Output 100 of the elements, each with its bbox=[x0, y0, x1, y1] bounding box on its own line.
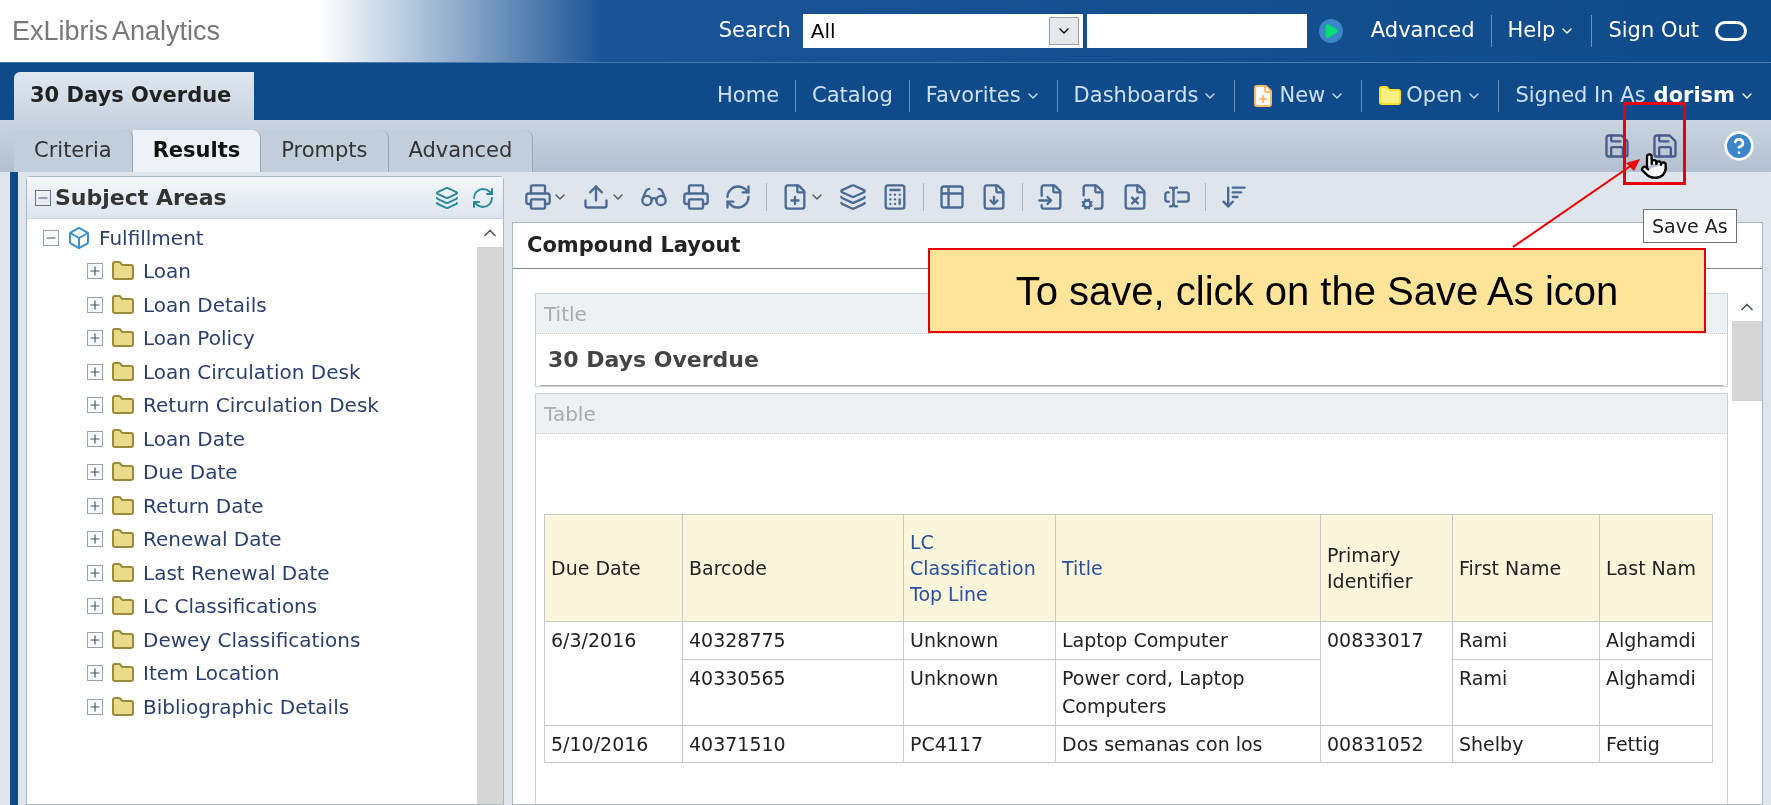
expand-icon[interactable] bbox=[87, 330, 103, 347]
refresh-icon[interactable] bbox=[471, 185, 495, 210]
scroll-thumb[interactable] bbox=[477, 247, 503, 804]
view-label: Title bbox=[544, 300, 587, 328]
table-cell: Fettig bbox=[1599, 725, 1713, 763]
collapse-icon[interactable] bbox=[35, 189, 51, 206]
table-cell: 40371510 bbox=[682, 725, 904, 763]
tree-item[interactable]: Renewal Date bbox=[143, 524, 282, 555]
upload-icon[interactable] bbox=[582, 183, 610, 211]
save-as-icon[interactable] bbox=[1651, 132, 1679, 160]
expand-icon[interactable] bbox=[87, 564, 103, 581]
collapse-icon[interactable] bbox=[43, 229, 59, 246]
tab[interactable]: Results bbox=[132, 130, 262, 172]
tree-item[interactable]: Loan Circulation Desk bbox=[143, 356, 361, 387]
nav-link[interactable]: Dashboards bbox=[1073, 80, 1219, 112]
tree-item[interactable]: Return Circulation Desk bbox=[143, 390, 379, 421]
expand-icon[interactable] bbox=[87, 397, 103, 414]
search-scope-select[interactable]: All bbox=[802, 14, 1083, 48]
search-field[interactable] bbox=[1086, 14, 1307, 48]
table-cell: Rami bbox=[1452, 659, 1600, 725]
table-cell: Alghamdi bbox=[1599, 659, 1713, 725]
tree-item[interactable]: Item Location bbox=[143, 658, 280, 689]
header-link[interactable]: Advanced bbox=[1370, 15, 1475, 47]
panel-title: Subject Areas bbox=[55, 184, 227, 212]
column-header: Due Date bbox=[544, 514, 683, 622]
refresh-icon[interactable] bbox=[724, 183, 752, 211]
go-icon[interactable] bbox=[1318, 19, 1343, 43]
expand-icon[interactable] bbox=[87, 631, 103, 648]
nav-link[interactable]: Favorites bbox=[925, 80, 1041, 112]
table-cell: Unknown bbox=[903, 659, 1056, 725]
column-header: First Name bbox=[1452, 514, 1600, 622]
layout-title: Compound Layout bbox=[527, 231, 741, 259]
tree-item[interactable]: Loan Policy bbox=[143, 323, 255, 354]
expand-icon[interactable] bbox=[87, 430, 103, 447]
folder-icon bbox=[111, 627, 135, 652]
tab[interactable]: Advanced bbox=[388, 130, 534, 172]
table-cell: 5/10/2016 bbox=[544, 725, 683, 763]
table-icon[interactable] bbox=[938, 183, 966, 211]
signed-in-label: Signed In As bbox=[1515, 82, 1646, 110]
page-icon[interactable] bbox=[1079, 183, 1107, 211]
tab[interactable]: Prompts bbox=[261, 130, 389, 172]
expand-icon[interactable] bbox=[87, 263, 103, 280]
header-link[interactable]: Help bbox=[1507, 15, 1576, 47]
hand-cursor-icon bbox=[1640, 150, 1668, 182]
table-cell: 00831052 bbox=[1320, 725, 1453, 763]
column-header: Last Nam bbox=[1599, 514, 1713, 622]
report-title: 30 Days Overdue bbox=[548, 346, 759, 374]
logo-brand: ExLibris bbox=[12, 14, 109, 48]
expand-icon[interactable] bbox=[87, 296, 103, 313]
printer-icon[interactable] bbox=[682, 183, 710, 211]
logo-product: Analytics bbox=[112, 14, 221, 48]
printer-icon[interactable] bbox=[524, 183, 552, 211]
tree-item[interactable]: Due Date bbox=[143, 457, 238, 488]
column-header[interactable]: Title bbox=[1055, 514, 1321, 622]
tree-item[interactable]: Loan bbox=[143, 256, 191, 287]
table-cell: 6/3/2016 bbox=[544, 621, 683, 725]
help-icon[interactable] bbox=[1723, 130, 1755, 162]
expand-icon[interactable] bbox=[87, 698, 103, 715]
logo-icon bbox=[1715, 21, 1747, 41]
expand-icon[interactable] bbox=[87, 598, 103, 615]
expand-icon[interactable] bbox=[87, 464, 103, 481]
tree-item[interactable]: Return Date bbox=[143, 490, 264, 521]
tree-item[interactable]: Dewey Classifications bbox=[143, 624, 361, 655]
tree-item[interactable]: Bibliographic Details bbox=[143, 691, 350, 722]
tree-item[interactable]: Fulfillment bbox=[99, 222, 204, 253]
save-icon[interactable] bbox=[1603, 132, 1631, 160]
tree-item[interactable]: Last Renewal Date bbox=[143, 557, 330, 588]
folder-icon bbox=[111, 560, 135, 585]
expand-icon[interactable] bbox=[87, 665, 103, 682]
table-cell: Unknown bbox=[903, 621, 1056, 659]
expand-icon[interactable] bbox=[87, 363, 103, 380]
table-cell: Dos semanas con los bbox=[1055, 725, 1321, 763]
nav-link[interactable]: Catalog bbox=[812, 80, 893, 112]
nav-link[interactable]: Home bbox=[717, 80, 780, 112]
nav-link[interactable]: Open bbox=[1406, 80, 1483, 112]
nav-link[interactable]: New bbox=[1279, 80, 1346, 112]
callout: To save, click on the Save As icon bbox=[928, 248, 1706, 333]
table-cell: Shelby bbox=[1452, 725, 1600, 763]
tooltip: Save As bbox=[1643, 209, 1737, 243]
table-cell: PC4117 bbox=[903, 725, 1056, 763]
tab[interactable]: Criteria bbox=[14, 130, 133, 172]
folder-icon bbox=[111, 694, 135, 719]
scroll-thumb[interactable] bbox=[1732, 321, 1762, 401]
folder-icon bbox=[111, 426, 135, 451]
layers-icon[interactable] bbox=[839, 183, 867, 211]
user-menu[interactable]: dorism bbox=[1653, 80, 1755, 112]
table-cell: Alghamdi bbox=[1599, 621, 1713, 659]
expand-icon[interactable] bbox=[87, 497, 103, 514]
tree-item[interactable]: LC Classifications bbox=[143, 591, 318, 622]
expand-icon[interactable] bbox=[87, 531, 103, 548]
column-header: Primary Identifier bbox=[1320, 514, 1453, 622]
document-tab[interactable]: 30 Days Overdue bbox=[14, 72, 254, 120]
header-link[interactable]: Sign Out bbox=[1608, 15, 1699, 47]
folder-icon bbox=[111, 292, 135, 317]
folder-icon bbox=[111, 493, 135, 518]
tree-item[interactable]: Loan Date bbox=[143, 423, 246, 454]
tree-item[interactable]: Loan Details bbox=[143, 289, 267, 320]
table-cell: Rami bbox=[1452, 621, 1600, 659]
column-header[interactable]: LC Classification Top Line bbox=[903, 514, 1056, 622]
cube-icon bbox=[67, 225, 91, 250]
